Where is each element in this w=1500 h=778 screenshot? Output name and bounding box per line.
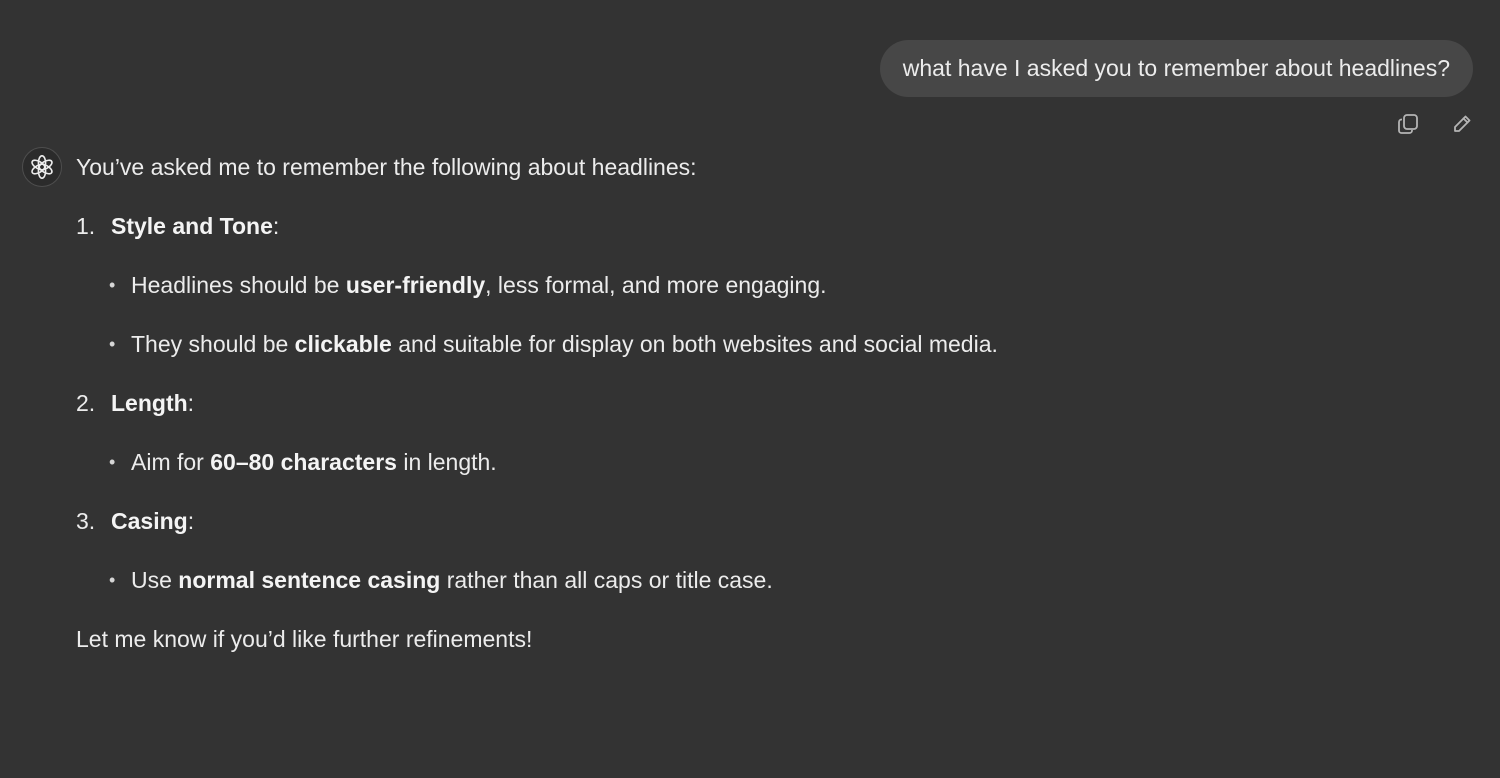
- list-item-casing: 3. Casing:: [76, 504, 1456, 538]
- user-message-text: what have I asked you to remember about …: [902, 55, 1450, 81]
- bullet-item: • Headlines should be user-friendly, les…: [109, 272, 827, 298]
- response-closing: Let me know if you’d like further refine…: [76, 626, 533, 652]
- assistant-response: You’ve asked me to remember the followin…: [76, 150, 1456, 656]
- bullet-item: • Use normal sentence casing rather than…: [109, 567, 773, 593]
- bullet-item: • Aim for 60–80 characters in length.: [109, 449, 497, 475]
- user-message-bubble: what have I asked you to remember about …: [879, 40, 1473, 97]
- assistant-avatar: [22, 147, 62, 187]
- openai-logo-icon: [31, 155, 53, 179]
- list-item-style-tone: 1. Style and Tone:: [76, 209, 1456, 243]
- pencil-icon[interactable]: [1450, 112, 1474, 136]
- list-number: 3.: [76, 508, 96, 534]
- chat-page: what have I asked you to remember about …: [0, 0, 1500, 778]
- section-title: Casing: [111, 508, 188, 534]
- user-message-actions: [1396, 112, 1474, 136]
- list-number: 2.: [76, 390, 96, 416]
- copy-icon[interactable]: [1396, 112, 1420, 136]
- section-title: Style and Tone: [111, 213, 273, 239]
- list-number: 1.: [76, 213, 96, 239]
- list-item-length: 2. Length:: [76, 386, 1456, 420]
- bullet-item: • They should be clickable and suitable …: [109, 331, 998, 357]
- section-title: Length: [111, 390, 188, 416]
- response-intro: You’ve asked me to remember the followin…: [76, 154, 697, 180]
